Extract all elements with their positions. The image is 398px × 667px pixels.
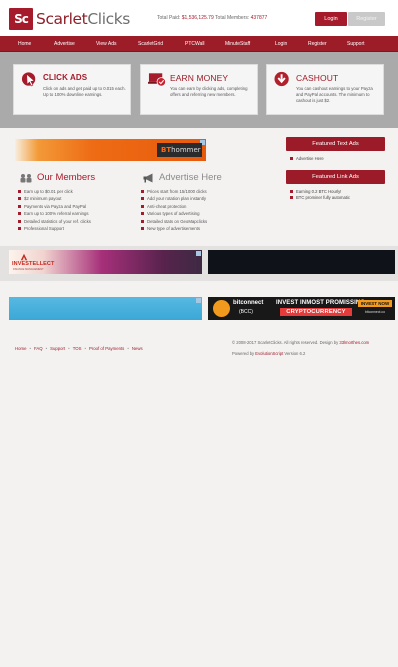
bitconnect-name: bitconnect: [233, 300, 264, 306]
feature-band: CLICK ADS Click on ads and get paid up t…: [0, 52, 398, 128]
nav-login[interactable]: Login: [275, 36, 287, 52]
list-item: Add your rotation plan instantly: [141, 196, 206, 201]
list-item: Professional Support: [18, 226, 64, 231]
footer-link-news[interactable]: News: [132, 346, 143, 351]
featured-link-item[interactable]: Earning 0.2 BTC Hourly!: [289, 189, 341, 194]
card-title-click-ads: CLICK ADS: [43, 73, 88, 82]
members-heading: Our Members: [20, 172, 95, 183]
version-text: Version 6.2: [284, 351, 306, 356]
card-title-earn-money: EARN MONEY: [170, 73, 229, 83]
list-item: Detailed stats on GeoMapclicks: [140, 219, 208, 224]
site-stats: Total Paid: $1,536,125.79 Total Members:…: [157, 15, 267, 21]
card-desc-click-ads: Click on ads and get paid up to 0.015 ea…: [43, 86, 126, 97]
list-item: New type of advertisements: [140, 226, 201, 231]
footer-link-faq[interactable]: FAQ: [34, 346, 43, 351]
footer-link-support[interactable]: Support: [50, 346, 65, 351]
featured-link-ads-button[interactable]: Featured Link Ads: [286, 170, 385, 184]
total-members-value: 437877: [250, 15, 268, 21]
download-icon: [274, 71, 289, 87]
list-item: Prices start from 15/1000 clicks: [141, 189, 207, 194]
advertise-heading: Advertise Here: [143, 172, 222, 183]
bitconnect-logo-icon: [213, 300, 230, 317]
list-item: Earn up to 100% referral earnings: [18, 211, 89, 216]
megaphone-icon: [143, 173, 153, 182]
logo[interactable]: Sc ScarletClicks: [9, 8, 130, 30]
banner-ad-bitconnect[interactable]: bitconnect (BCC) INVEST INMOST PROMISSIN…: [208, 297, 395, 320]
list-item: Payments via Payza and PayPal: [17, 204, 87, 209]
card-cashout: CASHOUT You can cashout earnings to your…: [266, 64, 384, 115]
footer-separator: •: [29, 346, 31, 351]
nav-view-ads[interactable]: View Ads: [96, 36, 116, 52]
laptop-check-icon: [148, 73, 166, 87]
bitconnect-subheadline: CRYPTOCURRENCY: [280, 308, 352, 316]
bthommer-logo: BThommer: [157, 143, 202, 157]
card-earn-money: EARN MONEY You can earn by clicking ads,…: [140, 64, 258, 115]
powered-by: Powered by EvolutionScript Version 6.2: [232, 351, 305, 356]
list-item: Earn up to $0.01 per click: [18, 189, 73, 194]
advertise-title: Advertise Here: [159, 172, 222, 183]
nav-support[interactable]: Support: [347, 36, 365, 52]
bitconnect-url: bitconnect.co: [365, 310, 385, 314]
total-paid-value: $1,536,125.79: [181, 15, 214, 21]
logo-text-b: Clicks: [87, 10, 130, 28]
footer-separator: •: [127, 346, 129, 351]
logo-mark: Sc: [9, 8, 33, 30]
header: Sc ScarletClicks Total Paid: $1,536,125.…: [0, 0, 398, 36]
nav-advertise[interactable]: Advertise: [54, 36, 75, 52]
nav-ptcwall[interactable]: PTCWall: [185, 36, 205, 52]
total-members-label: Total Members:: [215, 15, 250, 21]
card-desc-cashout: You can cashout earnings to your Payza a…: [296, 86, 373, 103]
powered-by-label: Powered by: [232, 351, 255, 356]
footer-link-tos[interactable]: TOS: [73, 346, 82, 351]
list-item: $2 minimum payout: [18, 196, 62, 201]
investellect-name: INVESTELLECT: [12, 261, 55, 267]
nav-home[interactable]: Home: [18, 36, 31, 52]
members-title: Our Members: [37, 172, 96, 183]
investellect-logo-icon: [20, 253, 28, 261]
nav-minutestaff[interactable]: MinuteStaff: [225, 36, 250, 52]
card-desc-earn-money: You can earn by clicking ads, completing…: [170, 86, 248, 97]
footer-links: Home • FAQ • Support • TOS • Proof of Payments • N…: [15, 346, 143, 351]
list-item: Detailed statistics of your ref. clicks: [18, 219, 91, 224]
main-nav: Home Advertise View Ads ScarletGrid PTCW…: [0, 36, 398, 52]
designer-link[interactable]: 33lmorthes.com: [339, 340, 369, 345]
bitconnect-headline: INVEST INMOST PROMISSING: [276, 300, 366, 306]
list-item: Various types of advertising: [140, 211, 200, 216]
logo-text-a: Scarlet: [36, 10, 88, 28]
banner-ad-bthommer[interactable]: BThommer: [15, 139, 206, 161]
card-click-ads: CLICK ADS Click on ads and get paid up t…: [13, 64, 131, 115]
members-icon: [20, 173, 32, 182]
banner-ad-blue[interactable]: [9, 297, 202, 320]
list-item: Anti-cheat protection: [140, 204, 187, 209]
ad-choices-icon[interactable]: [196, 251, 201, 256]
copyright-text: © 2008-2017 ScarletClicks. All rights re…: [232, 340, 339, 345]
ad-choices-icon[interactable]: [196, 298, 201, 303]
login-button[interactable]: Login: [315, 12, 347, 26]
footer-separator: •: [45, 346, 48, 351]
evolutionscript-link[interactable]: EvolutionScript: [255, 351, 283, 356]
nav-register[interactable]: Register: [308, 36, 327, 52]
bthommer-logo-b: hommer: [171, 146, 201, 154]
footer-link-home[interactable]: Home: [15, 346, 26, 351]
footer-separator: •: [84, 346, 86, 351]
banner-ad-dark[interactable]: [208, 250, 395, 274]
footer-separator: •: [68, 346, 70, 351]
featured-text-item[interactable]: Advertise Here: [290, 156, 324, 161]
cursor-icon: [21, 72, 36, 87]
logo-text: ScarletClicks: [36, 10, 130, 28]
featured-text-ads-button[interactable]: Featured Text Ads: [286, 137, 385, 151]
total-paid-label: Total Paid:: [157, 15, 181, 21]
register-button[interactable]: Register: [348, 12, 385, 26]
bthommer-logo-a: BT: [161, 146, 172, 154]
bitconnect-invest-button[interactable]: INVEST NOW: [358, 300, 392, 307]
copyright: © 2008-2017 ScarletClicks. All rights re…: [232, 340, 369, 345]
investellect-sub: FINANCE MANAGEMENT: [13, 268, 44, 271]
footer-link-proof[interactable]: Proof of Payments: [89, 346, 124, 351]
banner-ad-investellect[interactable]: INVESTELLECT FINANCE MANAGEMENT: [9, 250, 202, 274]
bitconnect-ticker: (BCC): [239, 309, 253, 315]
card-title-cashout: CASHOUT: [296, 73, 339, 83]
nav-scarletgrid[interactable]: ScarletGrid: [138, 36, 163, 52]
featured-link-item[interactable]: BTC prominer fully automatic: [290, 195, 350, 200]
